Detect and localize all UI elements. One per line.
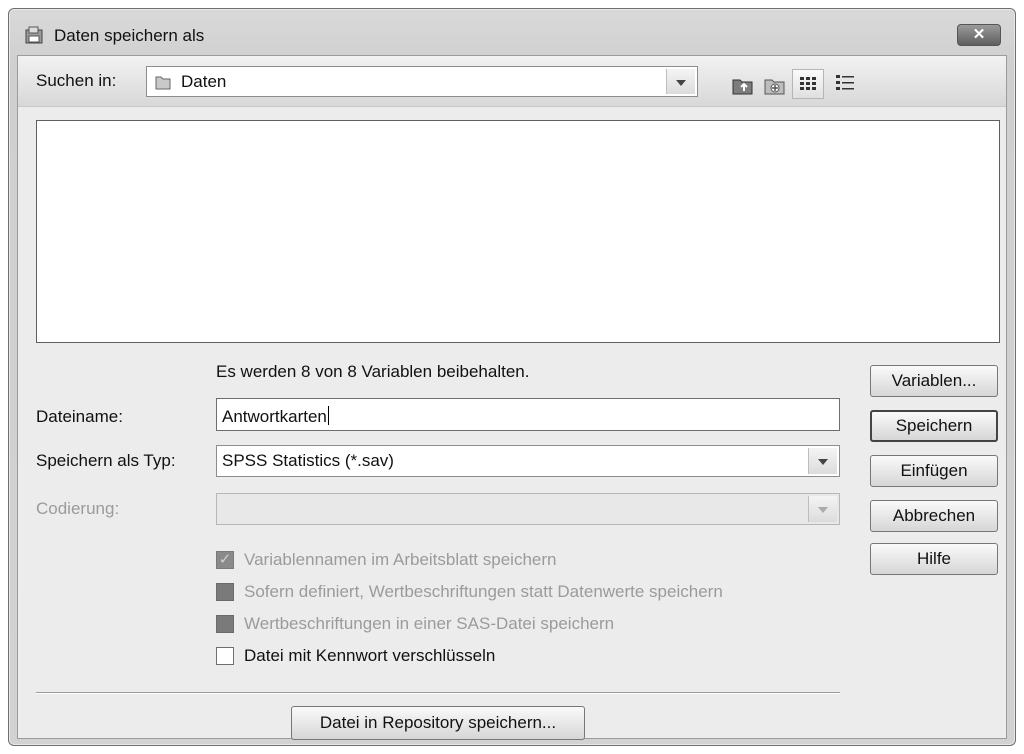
look-in-select[interactable]: Daten [146,66,698,97]
up-folder-icon[interactable] [730,73,756,97]
look-in-bar: Suchen in: Daten [18,56,1006,107]
details-view-icon[interactable] [832,71,858,95]
filename-label: Dateiname: [36,407,123,426]
variables-button[interactable]: Variablen... [870,365,998,397]
chevron-down-icon [808,496,837,522]
option-checkbox-encrypt[interactable] [216,647,234,665]
option-checkbox-value-labels[interactable] [216,583,234,601]
dialog-content: Suchen in: Daten Es werden 8 von 8 Varia… [17,55,1007,740]
folder-icon [155,76,171,90]
save-data-dialog: Daten speichern als ✕ Suchen in: Daten E… [8,8,1016,746]
filename-value: Antwortkarten [222,407,327,426]
save-type-select[interactable]: SPSS Statistics (*.sav) [216,445,840,477]
option-label-value-labels: Sofern definiert, Wertbeschriftungen sta… [244,582,723,601]
option-label-sas-labels: Wertbeschriftungen in einer SAS-Datei sp… [244,614,615,633]
paste-button[interactable]: Einfügen [870,455,998,487]
separator [36,692,840,694]
encoding-select[interactable] [216,493,840,525]
close-icon: ✕ [972,26,986,43]
new-folder-icon[interactable] [762,73,788,97]
look-in-value: Daten [181,72,227,91]
filename-input[interactable]: Antwortkarten [216,398,840,431]
window-title: Daten speichern als [54,26,205,45]
option-label-variable-names: Variablennamen im Arbeitsblatt speichern [244,550,557,569]
encoding-label: Codierung: [36,499,120,518]
help-button[interactable]: Hilfe [870,543,998,575]
variables-kept-info: Es werden 8 von 8 Variablen beibehalten. [216,362,530,381]
file-list[interactable] [36,120,1000,343]
title-bar[interactable]: Daten speichern als ✕ [9,9,1015,57]
list-view-button[interactable] [792,69,824,99]
close-button[interactable]: ✕ [957,24,1001,46]
option-checkbox-sas-labels[interactable] [216,615,234,633]
cancel-button[interactable]: Abbrechen [870,500,998,532]
option-label-encrypt: Datei mit Kennwort verschlüsseln [244,646,496,665]
list-view-icon [800,77,816,90]
save-to-repository-button[interactable]: Datei in Repository speichern... [291,706,585,740]
save-button[interactable]: Speichern [870,410,998,442]
option-checkbox-variable-names[interactable]: ✓ [216,551,234,569]
save-type-label: Speichern als Typ: [36,451,176,470]
save-dialog-icon [25,26,43,44]
chevron-down-icon[interactable] [808,448,837,474]
look-in-label: Suchen in: [36,71,117,90]
save-type-value: SPSS Statistics (*.sav) [222,451,394,470]
chevron-down-icon[interactable] [666,69,695,94]
